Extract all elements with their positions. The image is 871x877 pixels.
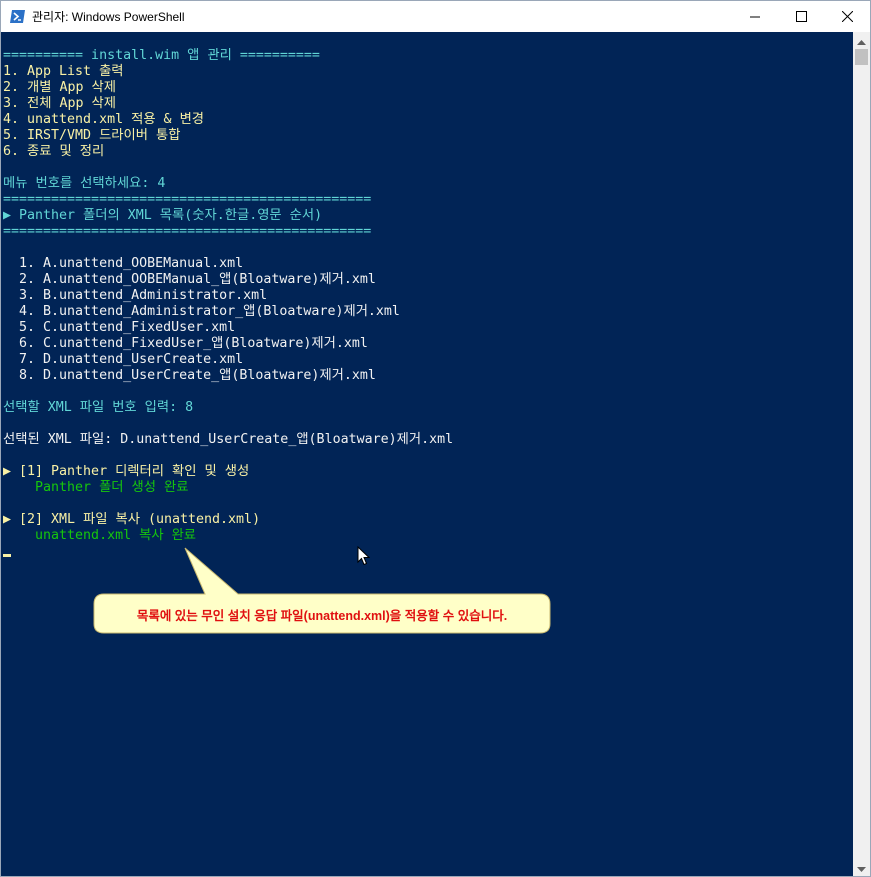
console-line: ========================================… (3, 192, 372, 207)
console-line: ▶ [1] Panther 디렉터리 확인 및 생성 (3, 464, 250, 479)
console-line: ========================================… (3, 224, 372, 239)
scroll-up-icon (857, 31, 866, 50)
console-line: 5. IRST/VMD 드라이버 통합 (3, 128, 181, 143)
minimize-button[interactable] (732, 1, 778, 32)
console-line: 3. B.unattend_Administrator.xml (3, 288, 268, 303)
vertical-scrollbar[interactable] (853, 32, 870, 876)
console-line: 5. C.unattend_FixedUser.xml (3, 320, 236, 335)
console-line: 7. D.unattend_UserCreate.xml (3, 352, 244, 367)
scroll-down-button[interactable] (853, 859, 870, 876)
maximize-button[interactable] (778, 1, 824, 32)
scroll-up-button[interactable] (853, 32, 870, 49)
powershell-window: 관리자: Windows PowerShell ========== insta… (0, 0, 871, 877)
close-button[interactable] (824, 1, 870, 32)
console-line: ▶ Panther 폴더의 XML 목록(숫자.한글.영문 순서) (3, 208, 323, 223)
maximize-icon (795, 7, 807, 26)
console-line: ▶ [2] XML 파일 복사 (unattend.xml) (3, 512, 261, 527)
console-line: unattend.xml 복사 완료 (3, 528, 197, 543)
console-line: ========== install.wim 앱 관리 ========== (3, 48, 320, 63)
console-output[interactable]: ========== install.wim 앱 관리 ========== 1.… (1, 32, 853, 876)
title-bar[interactable]: 관리자: Windows PowerShell (1, 1, 870, 32)
console-line: 6. C.unattend_FixedUser_앱(Bloatware)제거.x… (3, 336, 368, 351)
minimize-icon (749, 7, 761, 26)
console-line: 3. 전체 App 삭제 (3, 96, 116, 111)
console-line: 6. 종료 및 정리 (3, 144, 105, 159)
console-line: 메뉴 번호를 선택하세요: 4 (3, 176, 166, 191)
console-line: 4. unattend.xml 적용 & 변경 (3, 112, 205, 127)
close-icon (841, 7, 853, 26)
console-line: 8. D.unattend_UserCreate_앱(Bloatware)제거.… (3, 368, 376, 383)
window-title: 관리자: Windows PowerShell (32, 10, 185, 24)
powershell-icon (10, 9, 25, 24)
callout-text: 목록에 있는 무인 설치 응답 파일(unattend.xml)을 적용할 수 … (136, 608, 508, 623)
console-line: 4. B.unattend_Administrator_앱(Bloatware)… (3, 304, 400, 319)
console-line: Panther 폴더 생성 완료 (3, 480, 189, 495)
console-line: 1. App List 출력 (3, 64, 124, 79)
console-line: 2. 개별 App 삭제 (3, 80, 116, 95)
console-line: 선택할 XML 파일 번호 입력: 8 (3, 400, 194, 415)
scroll-down-icon (857, 858, 866, 876)
mouse-pointer-icon (357, 545, 371, 570)
console-line: 선택된 XML 파일: D.unattend_UserCreate_앱(Bloa… (3, 432, 454, 447)
text-cursor (3, 554, 11, 557)
console-line: 2. A.unattend_OOBEManual_앱(Bloatware)제거.… (3, 272, 376, 287)
scroll-thumb[interactable] (855, 49, 868, 65)
console-line: 1. A.unattend_OOBEManual.xml (3, 256, 244, 271)
